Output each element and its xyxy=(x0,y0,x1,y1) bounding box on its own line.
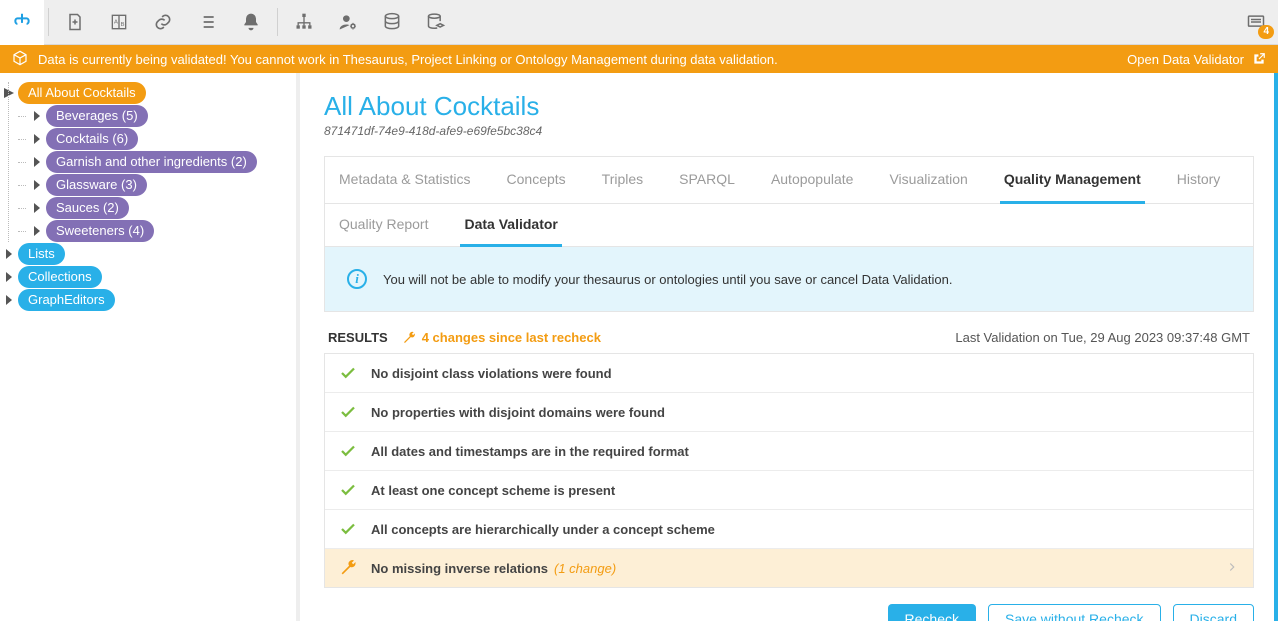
external-link-icon xyxy=(1252,52,1266,66)
ab-doc-icon[interactable]: AB xyxy=(97,0,141,45)
check-icon xyxy=(339,442,357,460)
result-message: No disjoint class violations were found xyxy=(371,366,612,381)
last-validation-timestamp: Last Validation on Tue, 29 Aug 2023 09:3… xyxy=(955,330,1250,345)
info-icon: i xyxy=(347,269,367,289)
tree-toggle[interactable] xyxy=(2,86,16,100)
validation-results: No disjoint class violations were found N… xyxy=(324,353,1254,588)
results-heading: RESULTS xyxy=(328,330,388,345)
result-message: All concepts are hierarchically under a … xyxy=(371,522,715,537)
detail-panel: Metadata & Statistics Concepts Triples SPAR… xyxy=(324,156,1254,312)
wrench-icon xyxy=(339,559,357,577)
banner-link-label: Open Data Validator xyxy=(1127,52,1244,67)
tree-toggle[interactable] xyxy=(30,178,44,192)
notification-badge: 4 xyxy=(1258,25,1274,39)
tree-toggle[interactable] xyxy=(30,224,44,238)
tree-node[interactable]: Glassware (3) xyxy=(46,174,147,196)
result-row[interactable]: No missing inverse relations(1 change) xyxy=(325,549,1253,587)
result-row: All dates and timestamps are in the requ… xyxy=(325,432,1253,471)
tree-node[interactable]: Beverages (5) xyxy=(46,105,148,127)
subtab-quality-report[interactable]: Quality Report xyxy=(335,204,432,246)
primary-tabs: Metadata & Statistics Concepts Triples SPAR… xyxy=(325,157,1253,204)
tab-autopopulate[interactable]: Autopopulate xyxy=(767,157,858,203)
chevron-right-icon xyxy=(1225,560,1239,574)
check-icon xyxy=(339,481,357,499)
tree-root-node[interactable]: All About Cocktails xyxy=(18,82,146,104)
tree-toggle[interactable] xyxy=(2,247,16,261)
open-validator-link[interactable]: Open Data Validator xyxy=(1127,52,1266,67)
tree-toggle[interactable] xyxy=(30,132,44,146)
svg-text:B: B xyxy=(121,22,125,28)
discard-button[interactable]: Discard xyxy=(1173,604,1254,621)
user-gear-icon[interactable] xyxy=(326,0,370,45)
cube-icon xyxy=(12,50,28,69)
wrench-icon xyxy=(402,331,416,345)
tree-node[interactable]: Garnish and other ingredients (2) xyxy=(46,151,257,173)
tab-visualization[interactable]: Visualization xyxy=(885,157,971,203)
changes-label: 4 changes since last recheck xyxy=(422,330,601,345)
logo-icon[interactable] xyxy=(0,0,44,45)
list-icon[interactable] xyxy=(185,0,229,45)
info-callout: i You will not be able to modify your th… xyxy=(325,247,1253,311)
page-title: All About Cocktails xyxy=(324,91,1254,122)
result-row: At least one concept scheme is present xyxy=(325,471,1253,510)
check-icon xyxy=(339,364,357,382)
check-icon xyxy=(339,403,357,421)
expand-row[interactable] xyxy=(1225,560,1239,577)
database-icon[interactable] xyxy=(370,0,414,45)
tree-node[interactable]: Sweeteners (4) xyxy=(46,220,154,242)
tree-node[interactable]: Cocktails (6) xyxy=(46,128,138,150)
subtab-data-validator[interactable]: Data Validator xyxy=(460,204,561,247)
tree-node[interactable]: GraphEditors xyxy=(18,289,115,311)
tree-toggle[interactable] xyxy=(30,109,44,123)
main-content: All About Cocktails 871471df-74e9-418d-a… xyxy=(300,73,1278,621)
info-message: You will not be able to modify your thes… xyxy=(383,272,952,287)
hierarchy-icon[interactable] xyxy=(282,0,326,45)
result-row: All concepts are hierarchically under a … xyxy=(325,510,1253,549)
changes-link[interactable]: 4 changes since last recheck xyxy=(402,330,601,345)
bell-icon[interactable] xyxy=(229,0,273,45)
tree-toggle[interactable] xyxy=(2,293,16,307)
new-doc-icon[interactable] xyxy=(53,0,97,45)
result-message: All dates and timestamps are in the requ… xyxy=(371,444,689,459)
tab-quality-management[interactable]: Quality Management xyxy=(1000,157,1145,204)
link-icon[interactable] xyxy=(141,0,185,45)
server-icon[interactable] xyxy=(414,0,458,45)
tree-node[interactable]: Sauces (2) xyxy=(46,197,129,219)
result-row: No properties with disjoint domains were… xyxy=(325,393,1253,432)
messages-icon[interactable]: 4 xyxy=(1234,0,1278,45)
tab-metadata-statistics[interactable]: Metadata & Statistics xyxy=(335,157,475,203)
tree-toggle[interactable] xyxy=(2,270,16,284)
top-toolbar: AB 4 xyxy=(0,0,1278,45)
tab-history[interactable]: History xyxy=(1173,157,1225,203)
tree-toggle[interactable] xyxy=(30,155,44,169)
tab-triples[interactable]: Triples xyxy=(598,157,648,203)
tree-node[interactable]: Lists xyxy=(18,243,65,265)
result-row: No disjoint class violations were found xyxy=(325,354,1253,393)
svg-text:A: A xyxy=(114,20,118,26)
concept-tree-sidebar: All About Cocktails Beverages (5) Cockta… xyxy=(0,73,300,621)
check-icon xyxy=(339,520,357,538)
uuid-label: 871471df-74e9-418d-afe9-e69fe5bc38c4 xyxy=(324,124,1254,138)
result-change-count: (1 change) xyxy=(554,561,616,576)
result-message: No missing inverse relations(1 change) xyxy=(371,561,616,576)
tree-toggle[interactable] xyxy=(30,201,44,215)
validation-banner: Data is currently being validated! You c… xyxy=(0,45,1278,73)
result-message: At least one concept scheme is present xyxy=(371,483,615,498)
tree-node[interactable]: Collections xyxy=(18,266,102,288)
tab-concepts[interactable]: Concepts xyxy=(503,157,570,203)
result-message: No properties with disjoint domains were… xyxy=(371,405,665,420)
save-without-recheck-button[interactable]: Save without Recheck xyxy=(988,604,1161,621)
recheck-button[interactable]: Recheck xyxy=(888,604,976,621)
validator-actions: Recheck Save without Recheck Discard xyxy=(324,588,1254,621)
banner-message: Data is currently being validated! You c… xyxy=(38,52,778,67)
tab-sparql[interactable]: SPARQL xyxy=(675,157,739,203)
secondary-tabs: Quality Report Data Validator xyxy=(325,204,1253,247)
